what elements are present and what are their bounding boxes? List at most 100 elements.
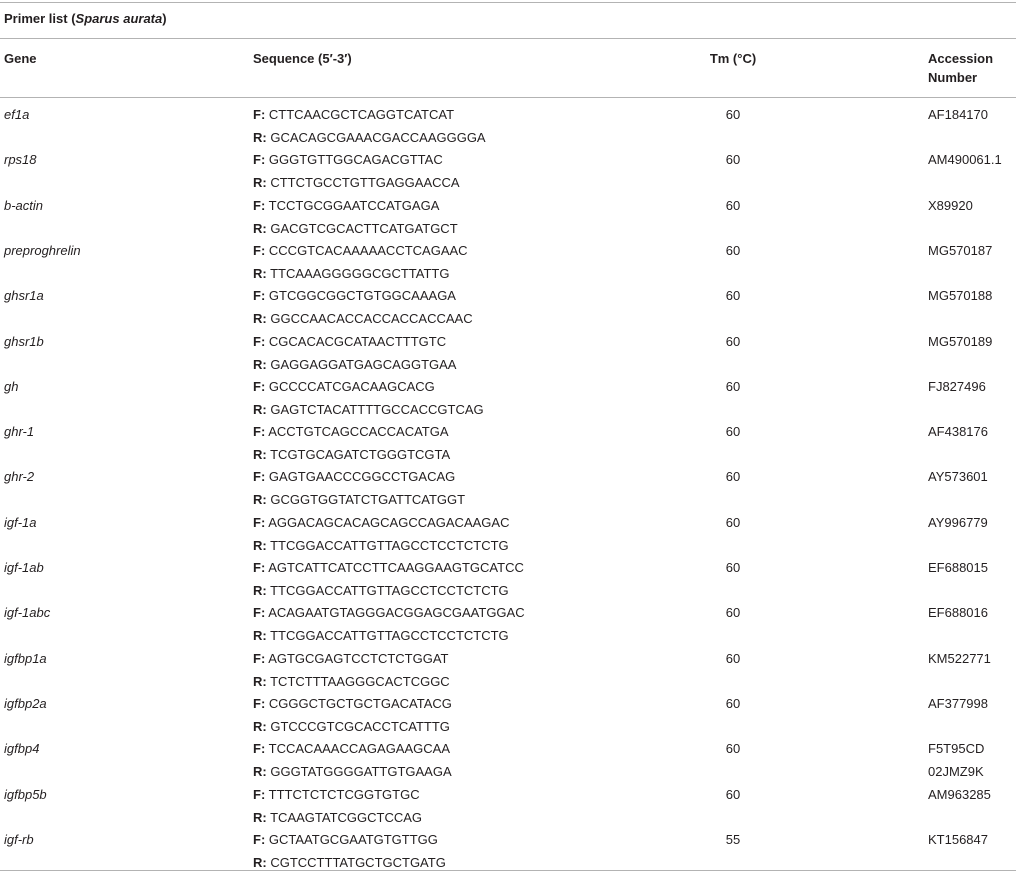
forward-primer: F: GCTAATGCGAATGTGTTGG: [253, 831, 438, 849]
tm-value: 60: [725, 243, 741, 258]
accession-number: EF688015: [928, 560, 988, 575]
accession-number: AF438176: [928, 424, 988, 439]
primer-sequence: TTCGGACCATTGTTAGCCTCCTCTCTG: [270, 583, 509, 598]
forward-primer: F: GAGTGAACCCGGCCTGACAG: [253, 468, 455, 486]
primer-sequence: TCGTGCAGATCTGGGTCGTA: [270, 447, 451, 462]
primer-sequence: CGGGCTGCTGCTGACATACG: [268, 696, 452, 711]
primer-sequence: CGCACACGCATAACTTTGTC: [268, 334, 447, 349]
tm-value: 60: [725, 107, 741, 122]
primer-direction-label: F:: [253, 107, 266, 122]
caption-suffix: ): [162, 11, 167, 26]
forward-primer: F: CGCACACGCATAACTTTGTC: [253, 333, 446, 351]
reverse-primer: R: TTCGGACCATTGTTAGCCTCCTCTCTG: [253, 582, 509, 600]
gene-name: igfbp2a: [4, 696, 47, 711]
primer-sequence: CTTCTGCCTGTTGAGGAACCA: [270, 175, 460, 190]
tm-value: 60: [725, 560, 741, 575]
accession-number: EF688016: [928, 605, 988, 620]
gene-name: igf-1a: [4, 515, 37, 530]
gene-name: igfbp5b: [4, 787, 47, 802]
primer-direction-label: R:: [253, 357, 267, 372]
primer-direction-label: F:: [253, 741, 266, 756]
tm-value: 60: [725, 515, 741, 530]
reverse-primer: R: GTCCCGTCGCACCTCATTTG: [253, 718, 450, 736]
table-top-rule: [0, 2, 1016, 3]
caption-rule: [0, 38, 1016, 39]
reverse-primer: R: GGCCAACACCACCACCACCAAC: [253, 310, 473, 328]
primer-sequence: GCACAGCGAAACGACCAAGGGGA: [270, 130, 486, 145]
primer-direction-label: F:: [253, 334, 266, 349]
header-accession-line2: Number: [928, 70, 978, 85]
primer-sequence: GAGTGAACCCGGCCTGACAG: [268, 469, 456, 484]
reverse-primer: R: TTCGGACCATTGTTAGCCTCCTCTCTG: [253, 627, 509, 645]
primer-sequence: ACCTGTCAGCCACCACATGA: [268, 424, 449, 439]
primer-table: Primer list (Sparus aurata) Gene Sequenc…: [0, 0, 1016, 874]
gene-name: igf-1abc: [4, 605, 51, 620]
primer-direction-label: R:: [253, 402, 267, 417]
reverse-primer: R: TCTCTTTAAGGGCACTCGGC: [253, 673, 450, 691]
reverse-primer: R: CTTCTGCCTGTTGAGGAACCA: [253, 174, 460, 192]
gene-name: igf-1ab: [4, 560, 44, 575]
header-accession: Accession Number: [928, 49, 993, 87]
gene-name: ef1a: [4, 107, 30, 122]
tm-value: 60: [725, 334, 741, 349]
accession-number: AY573601: [928, 469, 988, 484]
primer-direction-label: R:: [253, 221, 267, 236]
forward-primer: F: ACAGAATGTAGGGACGGAGCGAATGGAC: [253, 604, 525, 622]
accession-number: KM522771: [928, 651, 991, 666]
primer-sequence: TTCAAAGGGGGCGCTTATTG: [270, 266, 450, 281]
primer-direction-label: F:: [253, 288, 266, 303]
accession-number: MG570189: [928, 334, 993, 349]
primer-direction-label: R:: [253, 810, 267, 825]
gene-name: ghr-1: [4, 424, 35, 439]
primer-sequence: GCGGTGGTATCTGATTCATGGT: [270, 492, 466, 507]
forward-primer: F: CCCGTCACAAAAACCTCAGAAC: [253, 242, 468, 260]
gene-name: preproghrelin: [4, 243, 81, 258]
tm-value: 60: [725, 741, 741, 756]
header-rule: [0, 97, 1016, 98]
reverse-primer: R: GACGTCGCACTTCATGATGCT: [253, 220, 458, 238]
accession-number: MG570188: [928, 288, 993, 303]
table-caption: Primer list (Sparus aurata): [4, 11, 167, 26]
gene-name: gh: [4, 379, 19, 394]
primer-sequence: ACAGAATGTAGGGACGGAGCGAATGGAC: [268, 605, 525, 620]
forward-primer: F: CGGGCTGCTGCTGACATACG: [253, 695, 452, 713]
reverse-primer: R: GAGTCTACATTTTGCCACCGTCAG: [253, 401, 484, 419]
reverse-primer: R: GAGGAGGATGAGCAGGTGAA: [253, 356, 456, 374]
primer-direction-label: F:: [253, 696, 266, 711]
tm-value: 60: [725, 288, 741, 303]
primer-sequence: CGTCCTTTATGCTGCTGATG: [270, 855, 446, 870]
primer-direction-label: R:: [253, 266, 267, 281]
table-bottom-rule: [0, 870, 1016, 871]
reverse-primer: R: TCGTGCAGATCTGGGTCGTA: [253, 446, 450, 464]
primer-sequence: AGGACAGCACAGCAGCCAGACAAGAC: [268, 515, 510, 530]
forward-primer: F: AGTCATTCATCCTTCAAGGAAGTGCATCC: [253, 559, 524, 577]
primer-sequence: CCCGTCACAAAAACCTCAGAAC: [268, 243, 468, 258]
caption-prefix: Primer list (: [4, 11, 76, 26]
primer-direction-label: R:: [253, 447, 267, 462]
primer-direction-label: F:: [253, 832, 266, 847]
accession-number: X89920: [928, 198, 973, 213]
primer-direction-label: F:: [253, 379, 266, 394]
primer-direction-label: F:: [253, 152, 266, 167]
primer-sequence: GGCCAACACCACCACCACCAAC: [270, 311, 473, 326]
tm-value: 60: [725, 469, 741, 484]
reverse-primer: R: GCACAGCGAAACGACCAAGGGGA: [253, 129, 486, 147]
primer-sequence: TTCGGACCATTGTTAGCCTCCTCTCTG: [270, 628, 509, 643]
tm-value: 60: [725, 152, 741, 167]
reverse-primer: R: TTCAAAGGGGGCGCTTATTG: [253, 265, 449, 283]
reverse-primer: R: TTCGGACCATTGTTAGCCTCCTCTCTG: [253, 537, 509, 555]
primer-sequence: GAGTCTACATTTTGCCACCGTCAG: [270, 402, 484, 417]
primer-sequence: AGTGCGAGTCCTCTCTGGAT: [268, 651, 449, 666]
accession-number: KT156847: [928, 832, 988, 847]
gene-name: rps18: [4, 152, 37, 167]
forward-primer: F: TTTCTCTCTCGGTGTGC: [253, 786, 420, 804]
tm-value: 55: [725, 832, 741, 847]
forward-primer: F: TCCTGCGGAATCCATGAGA: [253, 197, 439, 215]
primer-direction-label: R:: [253, 719, 267, 734]
accession-number: AF184170: [928, 107, 988, 122]
primer-sequence: AGTCATTCATCCTTCAAGGAAGTGCATCC: [268, 560, 524, 575]
forward-primer: F: GGGTGTTGGCAGACGTTAC: [253, 151, 443, 169]
primer-direction-label: R:: [253, 130, 267, 145]
reverse-primer: R: GGGTATGGGGATTGTGAAGA: [253, 763, 452, 781]
primer-sequence: GAGGAGGATGAGCAGGTGAA: [270, 357, 457, 372]
